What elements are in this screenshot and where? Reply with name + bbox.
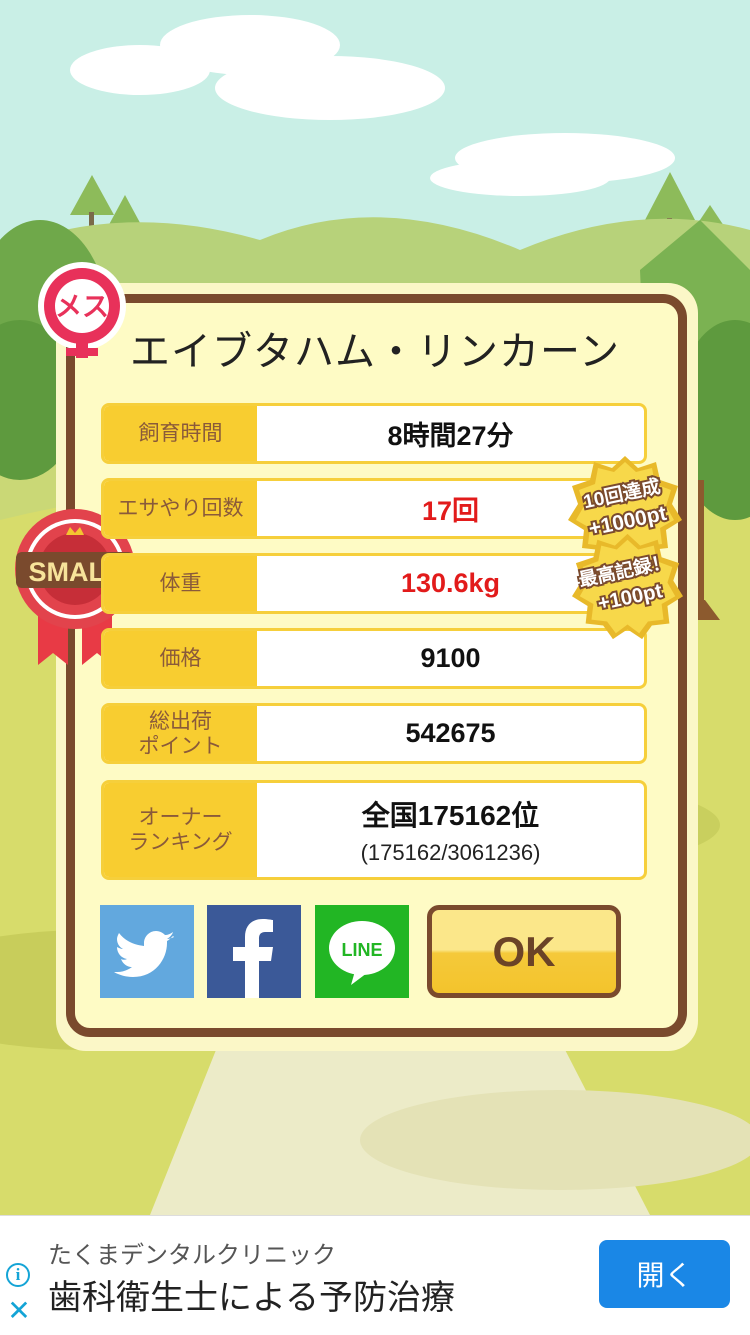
line-label: LINE [341,940,382,960]
gender-label: メス [55,292,109,323]
ad-headline: 歯科衛生士による予防治療 [48,1278,455,1318]
ranking-value: 全国175162位 [361,800,540,831]
stat-row: 飼育時間 8時間27分 [101,403,647,464]
line-share-button[interactable]: LINE [315,905,409,998]
stat-row: エサやり回数 17回 [101,478,647,539]
ranking-detail: (175162/3061236) [360,840,541,865]
pet-name: エイブタハム・リンカーン [130,329,620,375]
facebook-icon [233,919,273,998]
ranking-row: オーナー ランキング 全国175162位 (175162/3061236) [101,780,647,880]
stat-row: 総出荷 ポイント 542675 [101,703,647,764]
stat-label: エサやり回数 [104,481,257,536]
stat-row: 価格 9100 [101,628,647,689]
ad-advertiser: たくまデンタルクリニック [48,1241,336,1269]
twitter-icon [114,931,174,977]
twitter-share-button[interactable] [100,905,194,998]
stat-row: 体重 130.6kg [101,553,647,614]
stat-label: 総出荷 ポイント [104,706,257,761]
ok-button[interactable]: OK [427,905,621,998]
ad-info-icon[interactable]: i [6,1263,30,1287]
stat-label: 飼育時間 [104,406,257,461]
facebook-share-button[interactable] [207,905,301,998]
stat-label: 体重 [104,556,257,611]
ad-close-icon[interactable]: ✕ [6,1297,32,1325]
ad-open-button[interactable]: 開く [599,1240,730,1308]
line-icon: LINE [329,921,395,985]
stat-value: 542675 [405,718,496,748]
weight-bonus-badge: 最高記録！ +100pt [572,533,684,640]
ranking-label: オーナー ランキング [104,783,257,877]
stat-label: 価格 [104,631,257,686]
female-gender-icon: メス [38,262,126,358]
